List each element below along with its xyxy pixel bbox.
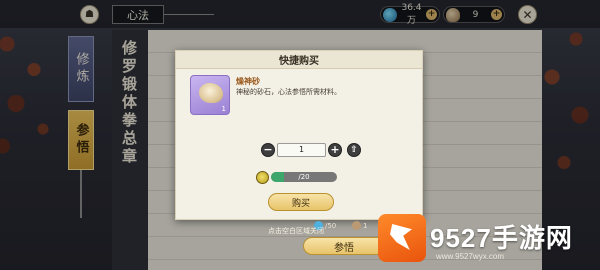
close-hint: 点击空白区域关闭: [268, 227, 324, 235]
canwu-button[interactable]: 参悟: [303, 237, 385, 255]
sand-cost-icon: [352, 221, 361, 230]
price-text: /20: [298, 173, 310, 181]
item-name: 燥神砂: [236, 77, 260, 86]
quantity-plus-button[interactable]: +: [328, 143, 342, 157]
stone-icon: [199, 83, 223, 103]
dialog-header: 快捷购买: [176, 51, 422, 69]
horse-logo-icon: [378, 214, 426, 262]
cost-2-value: 1: [363, 221, 368, 230]
buy-button[interactable]: 购买: [268, 193, 334, 211]
price-bar: /20: [271, 172, 337, 182]
coin-icon: [256, 171, 269, 184]
cost-1-value: /50: [325, 221, 337, 230]
cost-resource-2: 1: [352, 221, 367, 230]
quantity-minus-button[interactable]: −: [261, 143, 275, 157]
quick-buy-dialog: 快捷购买 1 燥神砂 神秘的砂石，心法参悟所需材料。 − 1 + ⇧ /20 购…: [175, 50, 423, 220]
watermark-text: 9527手游网: [430, 223, 573, 253]
item-count: 1: [221, 105, 226, 113]
quantity-input[interactable]: 1: [277, 143, 326, 157]
item-card: 1: [190, 75, 230, 115]
watermark: 9527手游网 www.9527wyx.com: [378, 212, 600, 270]
quantity-max-button[interactable]: ⇧: [347, 143, 361, 157]
dialog-title: 快捷购买: [279, 56, 319, 67]
watermark-url: www.9527wyx.com: [436, 252, 505, 261]
item-description: 神秘的砂石，心法参悟所需材料。: [236, 88, 341, 96]
